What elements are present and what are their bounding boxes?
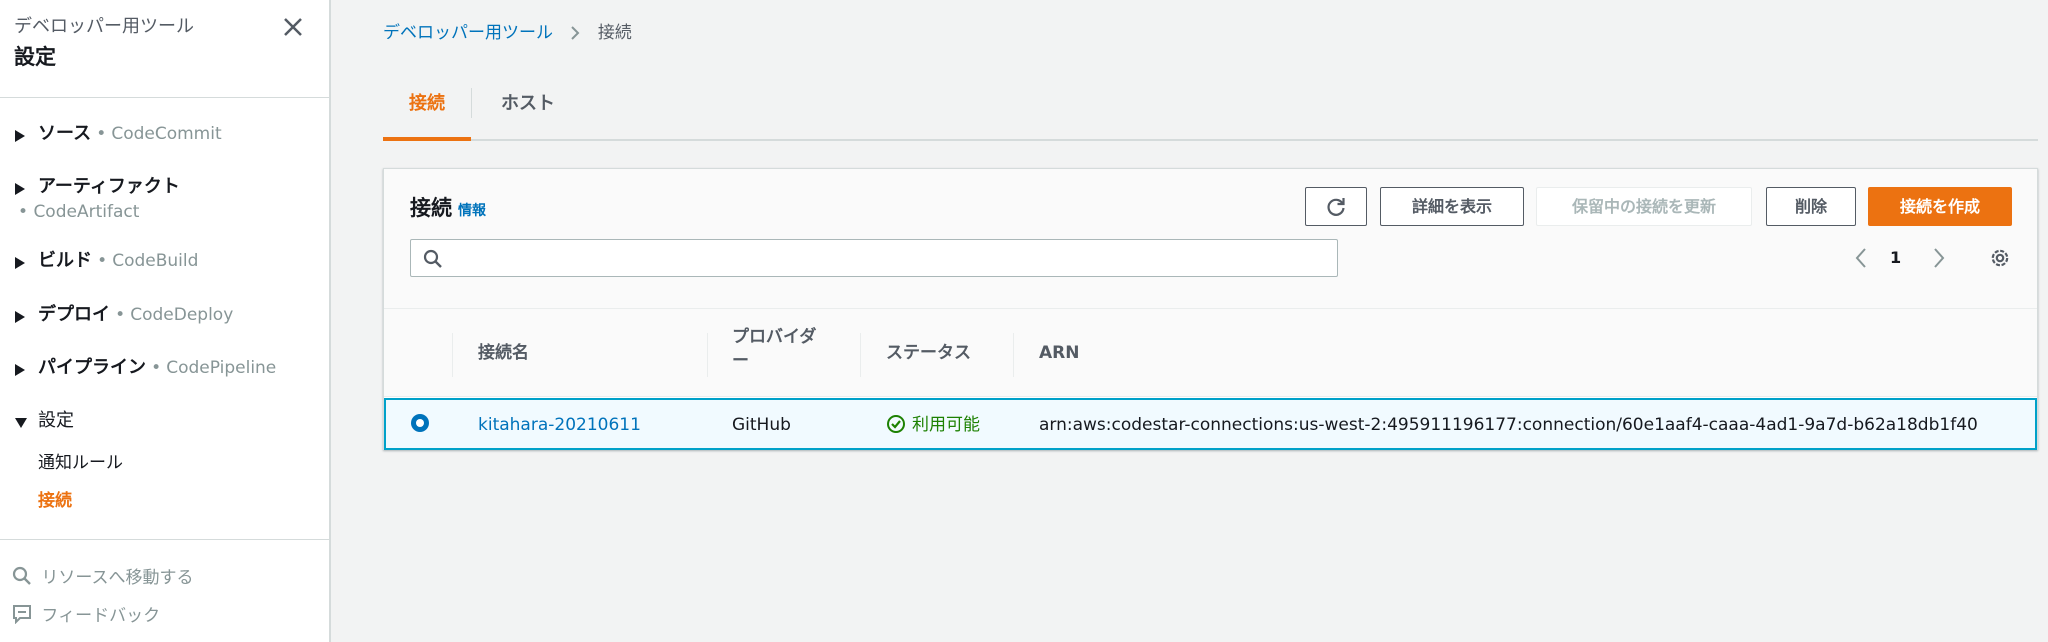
panel-title: 接続 情報 bbox=[410, 193, 486, 226]
sidebar-section-label: アーティファクト bbox=[38, 176, 180, 197]
sidebar-section-label: デプロイ bbox=[38, 304, 110, 325]
column-separator bbox=[1013, 333, 1014, 377]
sidebar-service-name: CodeArtifact bbox=[33, 202, 140, 222]
pagination: 1 bbox=[1854, 239, 1954, 277]
row-select-radio[interactable] bbox=[411, 414, 429, 432]
column-header-arn[interactable]: ARN bbox=[1039, 341, 1079, 365]
column-separator bbox=[452, 333, 453, 377]
status-cell: 利用可能 bbox=[886, 413, 980, 437]
panel-header: 接続 情報 詳細を表示 保留中の接続を更新 削除 接続を作成 1 bbox=[384, 169, 2037, 309]
column-header-status[interactable]: ステータス bbox=[886, 341, 971, 365]
sidebar-section-label: 設定 bbox=[38, 410, 74, 431]
separator-dot: • bbox=[115, 305, 126, 325]
sidebar-service-name: CodeCommit bbox=[111, 124, 222, 144]
sidebar-header: デベロッパー用ツール 設定 bbox=[14, 14, 194, 74]
tab-hosts[interactable]: ホスト bbox=[473, 84, 583, 141]
status-text: 利用可能 bbox=[912, 415, 980, 435]
sidebar-section-label: ビルド bbox=[38, 250, 92, 271]
table-header: 接続名 プロバイダー ステータス ARN bbox=[384, 309, 2037, 397]
sidebar-service-name: CodeDeploy bbox=[130, 305, 234, 325]
feedback-link[interactable]: フィードバック bbox=[12, 604, 160, 628]
go-to-resource-link[interactable]: リソースへ移動する bbox=[12, 566, 194, 590]
side-navigation: デベロッパー用ツール 設定 ソース • CodeCommit アーティファクト … bbox=[0, 0, 331, 642]
update-pending-connection-button[interactable]: 保留中の接続を更新 bbox=[1536, 187, 1752, 226]
caret-right-icon bbox=[15, 183, 25, 195]
column-separator bbox=[707, 333, 708, 377]
feedback-label: フィードバック bbox=[41, 606, 161, 626]
feedback-icon bbox=[13, 605, 31, 625]
panel-title-text: 接続 bbox=[410, 196, 452, 220]
arn-cell: arn:aws:codestar-connections:us-west-2:4… bbox=[1039, 415, 1978, 435]
sidebar-title: 設定 bbox=[14, 45, 56, 69]
chevron-left-icon[interactable] bbox=[1854, 247, 1868, 269]
caret-right-icon bbox=[15, 130, 25, 142]
search-icon bbox=[12, 566, 31, 585]
separator-dot: • bbox=[96, 124, 107, 144]
sidebar-link-notification-rules[interactable]: 通知ルール bbox=[38, 451, 123, 475]
caret-right-icon bbox=[15, 257, 25, 269]
sidebar-divider bbox=[0, 539, 331, 540]
chevron-right-icon bbox=[571, 26, 580, 40]
column-header-provider[interactable]: プロバイダー bbox=[732, 325, 832, 373]
create-connection-button[interactable]: 接続を作成 bbox=[1868, 187, 2012, 226]
column-header-name[interactable]: 接続名 bbox=[478, 341, 529, 365]
separator-dot: • bbox=[18, 202, 29, 222]
status-success-icon bbox=[887, 415, 905, 433]
page-number[interactable]: 1 bbox=[1890, 246, 1901, 270]
caret-right-icon bbox=[15, 364, 25, 376]
table-row[interactable]: kitahara-20210611 GitHub 利用可能 arn:aws:co… bbox=[384, 398, 2037, 450]
sidebar-divider bbox=[0, 97, 331, 98]
column-separator bbox=[860, 333, 861, 377]
separator-dot: • bbox=[151, 358, 162, 378]
tab-list: 接続 ホスト bbox=[383, 84, 2038, 141]
refresh-icon bbox=[1327, 198, 1345, 216]
view-details-button[interactable]: 詳細を表示 bbox=[1380, 187, 1524, 226]
sidebar-subtitle: デベロッパー用ツール bbox=[14, 16, 194, 37]
connection-name-link[interactable]: kitahara-20210611 bbox=[478, 413, 641, 437]
connections-table-panel: 接続 情報 詳細を表示 保留中の接続を更新 削除 接続を作成 1 接続名 プロバイ… bbox=[383, 168, 2038, 450]
breadcrumb-link-developer-tools[interactable]: デベロッパー用ツール bbox=[383, 23, 553, 43]
refresh-button[interactable] bbox=[1305, 187, 1367, 226]
sidebar-section-label: ソース bbox=[38, 123, 92, 144]
info-link[interactable]: 情報 bbox=[458, 203, 486, 219]
provider-cell: GitHub bbox=[732, 415, 791, 435]
breadcrumb: デベロッパー用ツール 接続 bbox=[383, 20, 632, 46]
sidebar-section-label: パイプライン bbox=[38, 357, 146, 378]
breadcrumb-current: 接続 bbox=[597, 23, 632, 43]
settings-icon[interactable] bbox=[1989, 247, 2011, 269]
tab-connections[interactable]: 接続 bbox=[383, 84, 471, 141]
sidebar-service-name: CodeBuild bbox=[112, 251, 199, 271]
close-icon bbox=[284, 18, 302, 36]
search-input[interactable] bbox=[451, 242, 1331, 274]
delete-button[interactable]: 削除 bbox=[1766, 187, 1856, 226]
caret-right-icon bbox=[15, 311, 25, 323]
search-field[interactable] bbox=[410, 239, 1338, 277]
separator-dot: • bbox=[97, 251, 108, 271]
go-to-resource-label: リソースへ移動する bbox=[41, 568, 194, 588]
sidebar-service-name: CodePipeline bbox=[166, 358, 277, 378]
caret-down-icon bbox=[15, 418, 27, 428]
close-navigation-button[interactable] bbox=[280, 14, 306, 40]
chevron-right-icon[interactable] bbox=[1932, 247, 1946, 269]
sidebar-link-connections[interactable]: 接続 bbox=[38, 489, 72, 513]
tab-divider bbox=[471, 88, 472, 118]
search-icon bbox=[423, 249, 442, 268]
